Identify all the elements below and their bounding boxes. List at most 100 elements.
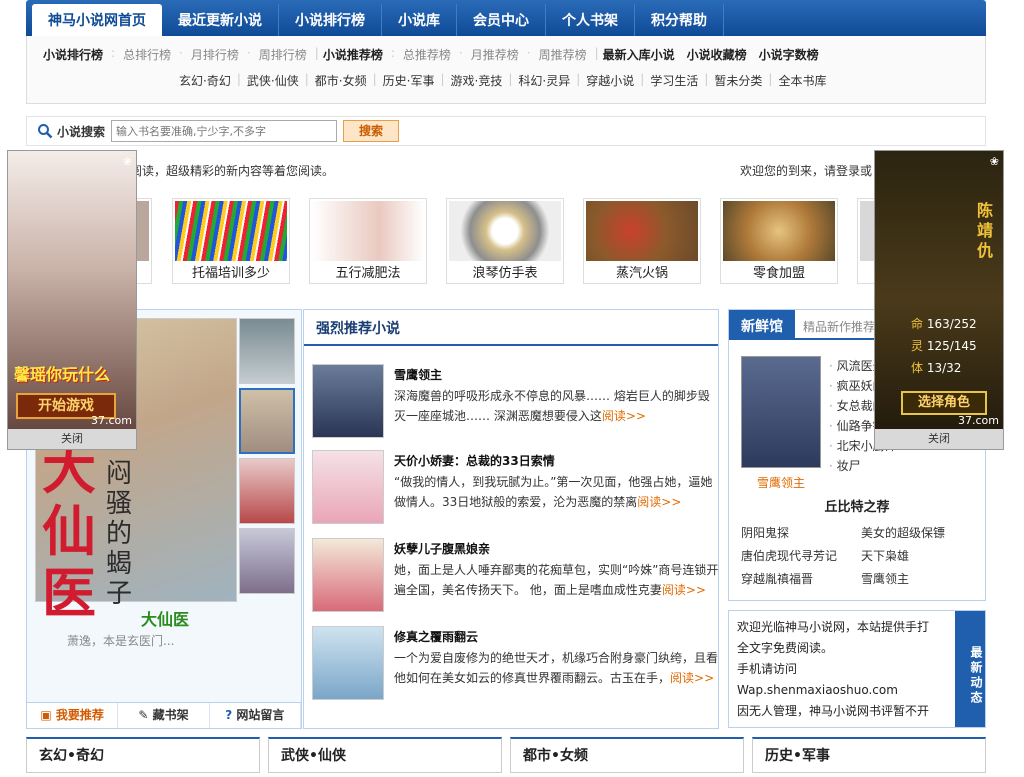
book-title[interactable]: 妖孽儿子腹黑娘亲 — [394, 540, 490, 557]
nav-latest[interactable]: 最近更新小说 — [162, 4, 279, 36]
ad-strip: 苞 托福培训多少 五行减肥法 浪琴仿手表 蒸汽火锅 零食加盟 直 — [26, 198, 986, 286]
list-item[interactable]: 穿越胤禛福晋 — [741, 570, 861, 587]
favorite-link[interactable]: 小说收藏榜 — [687, 46, 747, 63]
cat-link[interactable]: 游戏·竞技 — [451, 72, 503, 89]
search-bar: 小说搜索 搜索 — [26, 116, 986, 146]
search-label: 小说搜索 — [57, 124, 106, 139]
book-cover[interactable] — [312, 626, 384, 700]
list-item[interactable]: 唐伯虎现代寻芳记 — [741, 547, 861, 564]
rank-month-link[interactable]: 月排行榜 — [191, 46, 239, 63]
tab-fresh[interactable]: 新鲜馆 — [729, 310, 795, 338]
float-title: 陈靖仇 — [977, 201, 994, 260]
cat-link[interactable]: 历史·军事 — [383, 72, 435, 89]
news-side-label: 最新动态 — [955, 611, 985, 727]
cover-author: 闷骚的蝎子 — [106, 459, 133, 609]
cat-link[interactable]: 都市·女频 — [315, 72, 367, 89]
fresh-cover[interactable] — [741, 356, 821, 468]
book-item: 修真之覆雨翻云 一个为爱自废修为的绝世天才，机缘巧合附身豪门纨绔，且看他如何在美… — [312, 626, 718, 704]
newest-link[interactable]: 最新入库小说 — [603, 46, 675, 63]
book-title[interactable]: 修真之覆雨翻云 — [394, 628, 478, 645]
cat-link[interactable]: 穿越小说 — [586, 72, 634, 89]
list-item[interactable]: 美女的超级保镖 — [861, 524, 981, 541]
sub-nav: 小说排行榜: 总排行榜 · 月排行榜 · 周排行榜 | 小说推荐榜: 总推荐榜 · 月推… — [26, 36, 986, 104]
tab-new-works[interactable]: 精品新作推荐 — [795, 310, 875, 338]
ad-item[interactable]: 零食加盟 — [720, 198, 838, 284]
recommend-heading: 强烈推荐小说 — [304, 310, 718, 346]
nav-help[interactable]: 积分帮助 — [635, 4, 724, 36]
thumb-item[interactable] — [239, 388, 295, 454]
brand-label: 37.com — [91, 414, 132, 427]
close-button[interactable]: 关闭 — [8, 429, 136, 449]
list-item[interactable]: 雪鹰领主 — [861, 570, 981, 587]
help-icon: ? — [225, 708, 237, 722]
paw-icon: ❀ — [122, 155, 132, 168]
nav-library[interactable]: 小说库 — [382, 4, 457, 36]
cat-link[interactable]: 科幻·灵异 — [518, 72, 570, 89]
recommend-panel: 强烈推荐小说 雪鹰领主 深海魔兽的呼吸形成永不停息的风暴…… 熔岩巨人的脚步毁灭… — [303, 309, 719, 729]
list-item[interactable]: 阴阳鬼探 — [741, 524, 861, 541]
cat-link[interactable]: 暂未分类 — [714, 72, 762, 89]
nav-member[interactable]: 会员中心 — [457, 4, 546, 36]
featured-title[interactable]: 大仙医 — [27, 606, 303, 630]
welcome-text: 欢迎您的到来，请登录或 — [740, 164, 873, 178]
book-cover[interactable] — [312, 538, 384, 612]
nav-ranking[interactable]: 小说排行榜 — [279, 4, 382, 36]
ad-item[interactable]: 托福培训多少 — [172, 198, 290, 284]
left-tabs: ▣ 我要推荐 ✎ 藏书架 ? 网站留言 — [27, 702, 301, 728]
book-item: 妖孽儿子腹黑娘亲 她，面上是人人唾弃鄙夷的花痴草包，实则“吟姝”商号连锁开遍全国… — [312, 538, 718, 616]
book-cover[interactable] — [312, 364, 384, 438]
tab-bookshelf[interactable]: ✎ 藏书架 — [118, 703, 210, 728]
ad-item[interactable]: 五行减肥法 — [309, 198, 427, 284]
featured-thumbs — [239, 318, 295, 598]
read-more-link[interactable]: 阅读>> — [662, 583, 706, 597]
cat-link[interactable]: 全本书库 — [778, 72, 826, 89]
bottom-categories: 玄幻•奇幻 武侠•仙侠 都市•女频 历史•军事 — [26, 737, 986, 777]
news-panel: 欢迎光临神马小说网，本站提供手打 全文字免费阅读。 手机请访问 Wap.shen… — [728, 610, 986, 728]
cat-link[interactable]: 武侠·仙侠 — [247, 72, 299, 89]
search-button[interactable]: 搜索 — [343, 120, 400, 142]
thumb-item[interactable] — [239, 528, 295, 594]
read-more-link[interactable]: 阅读>> — [602, 409, 646, 423]
book-desc: 她，面上是人人唾弃鄙夷的花痴草包，实则“吟姝”商号连锁开遍全国，美名传扬天下。 … — [394, 563, 719, 597]
read-more-link[interactable]: 阅读>> — [670, 671, 714, 685]
search-icon — [38, 124, 53, 139]
nav-home[interactable]: 神马小说网首页 — [32, 4, 162, 36]
float-ad-left[interactable]: ❀ 馨瑶你玩什么 开始游戏 37.com 关闭 — [7, 150, 137, 450]
book-cover[interactable] — [312, 450, 384, 524]
close-button[interactable]: 关闭 — [875, 429, 1003, 449]
notice-text: 阅读，超级精彩的新内容等着您阅读。 — [130, 164, 335, 178]
rec-week-link[interactable]: 周推荐榜 — [539, 46, 587, 63]
list-item[interactable]: 天下枭雄 — [861, 547, 981, 564]
rank-week-link[interactable]: 周排行榜 — [259, 46, 307, 63]
rec-label: 小说推荐榜 — [322, 48, 383, 62]
book-desc: 一个为爱自废修为的绝世天才，机缘巧合附身豪门纨绔，且看他如何在美女如云的修真世界… — [394, 651, 719, 685]
ad-item[interactable]: 蒸汽火锅 — [583, 198, 701, 284]
notice-bar: 阅读，超级精彩的新内容等着您阅读。 欢迎您的到来，请登录或 — [26, 162, 986, 182]
float-cta[interactable]: 选择角色 — [901, 391, 987, 415]
ad-item[interactable]: 浪琴仿手表 — [446, 198, 564, 284]
brand-label: 37.com — [958, 414, 999, 427]
cover-big-title: 大仙医 — [42, 438, 96, 625]
book-title[interactable]: 天价小娇妻：总裁的33日索情 — [394, 452, 555, 469]
featured-desc: 萧逸，本是玄医门... — [67, 634, 175, 648]
cupid-grid: 阴阳鬼探 美女的超级保镖 唐伯虎现代寻芳记 天下枭雄 穿越胤禛福晋 雪鹰领主 — [741, 524, 981, 587]
fresh-cover-caption[interactable]: 雪鹰领主 — [741, 474, 821, 491]
thumb-item[interactable] — [239, 318, 295, 384]
thumb-item[interactable] — [239, 458, 295, 524]
float-ad-right[interactable]: ❀ 陈靖仇 命 163/252 灵 125/145 体 13/32 选择角色 3… — [874, 150, 1004, 450]
bookmark-icon: ✎ — [138, 708, 153, 722]
tab-guestbook[interactable]: ? 网站留言 — [210, 703, 301, 728]
list-item[interactable]: 妆尸 — [829, 456, 897, 476]
cupid-heading: 丘比特之荐 — [824, 500, 890, 515]
cat-link[interactable]: 玄幻·奇幻 — [179, 72, 231, 89]
tab-recommend[interactable]: ▣ 我要推荐 — [27, 703, 119, 728]
wordcount-link[interactable]: 小说字数榜 — [759, 46, 819, 63]
rec-month-link[interactable]: 月推荐榜 — [471, 46, 519, 63]
nav-bookshelf[interactable]: 个人书架 — [546, 4, 635, 36]
cat-link[interactable]: 学习生活 — [650, 72, 698, 89]
read-more-link[interactable]: 阅读>> — [637, 495, 681, 509]
rank-total-link[interactable]: 总排行榜 — [123, 46, 171, 63]
rec-total-link[interactable]: 总推荐榜 — [403, 46, 451, 63]
book-title[interactable]: 雪鹰领主 — [394, 366, 442, 383]
search-input[interactable] — [111, 120, 338, 142]
